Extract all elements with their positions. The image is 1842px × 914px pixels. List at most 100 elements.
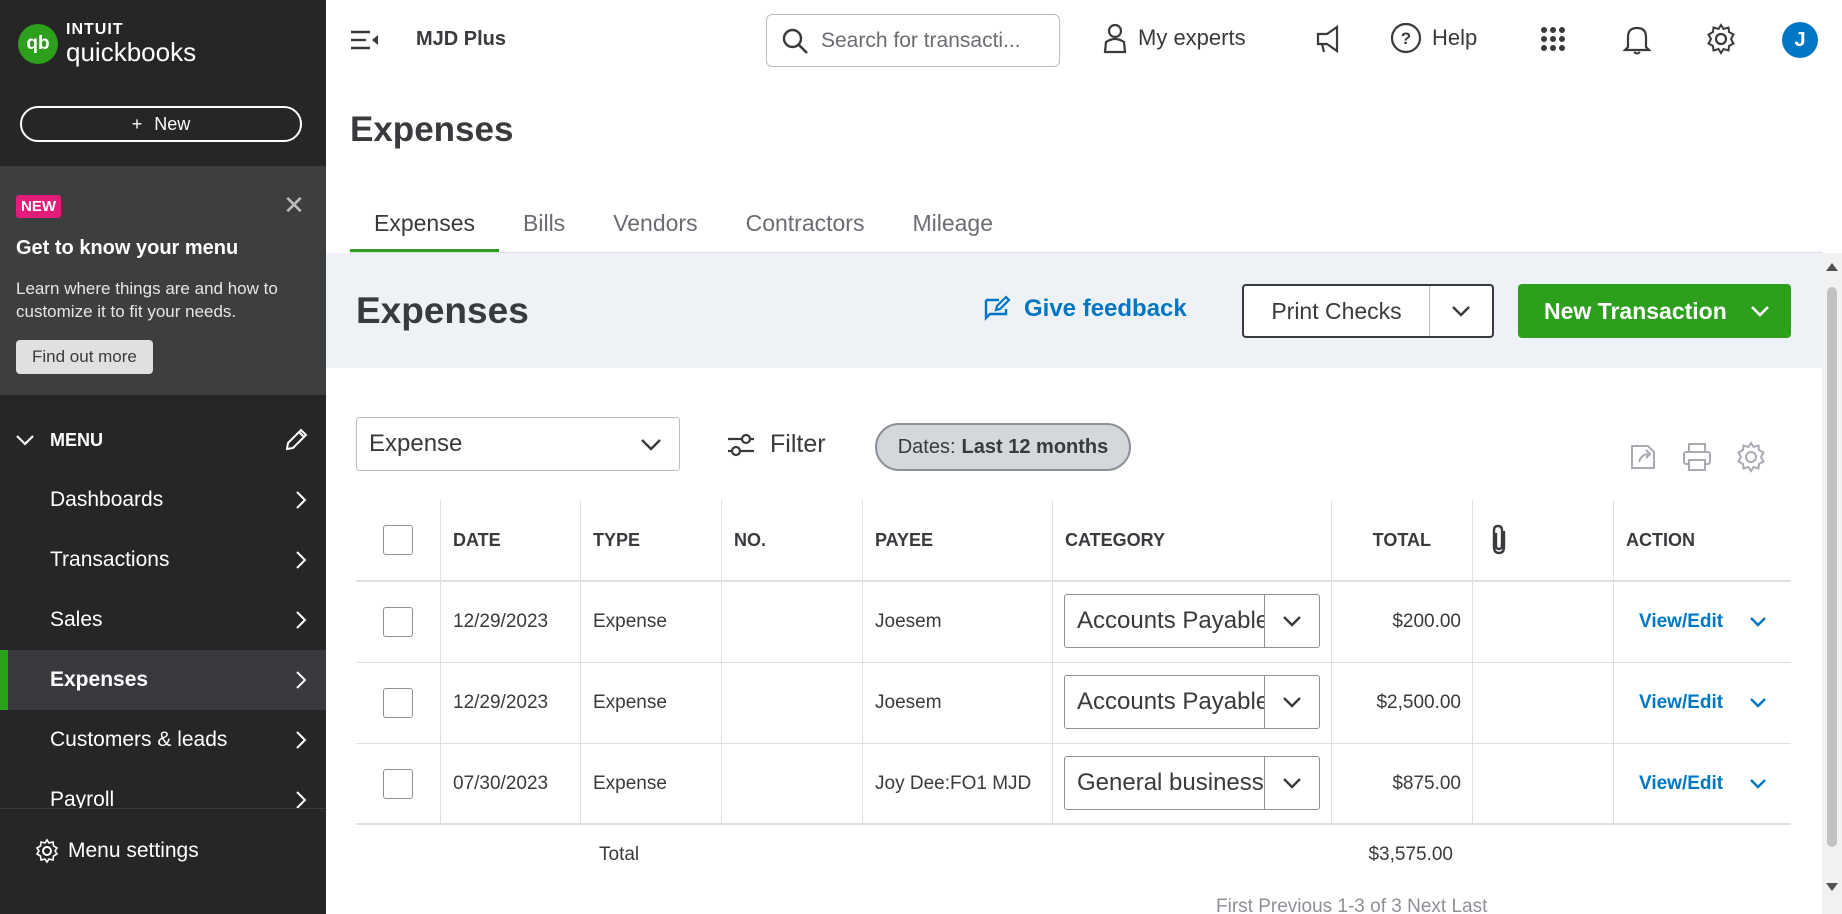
row-total: $2,500.00 [1376, 692, 1461, 713]
chevron-down-icon[interactable] [1748, 777, 1768, 791]
menu-settings-button[interactable]: Menu settings [34, 838, 199, 864]
promo-description: Learn where things are and how to custom… [16, 279, 278, 321]
sidebar-item-customers-leads[interactable]: Customers & leads [0, 710, 326, 770]
new-button[interactable]: + New [20, 106, 302, 142]
row-payee: Joesem [875, 611, 942, 632]
expense-type-select[interactable]: Expense [356, 417, 680, 471]
scroll-thumb[interactable] [1827, 287, 1837, 847]
menu-settings-label: Menu settings [68, 839, 199, 862]
export-icon[interactable] [1626, 440, 1660, 474]
print-checks-button[interactable]: Print Checks [1244, 286, 1430, 336]
megaphone-icon[interactable] [1312, 22, 1346, 56]
row-checkbox[interactable] [383, 688, 413, 718]
view-edit-link[interactable]: View/Edit [1639, 744, 1723, 823]
sidebar-item-label: Transactions [50, 548, 170, 571]
chevron-down-icon[interactable] [1748, 696, 1768, 710]
date-filter-prefix: Dates: [897, 435, 956, 458]
row-checkbox[interactable] [383, 607, 413, 637]
sidebar-item-transactions[interactable]: Transactions [0, 530, 326, 590]
date-filter-value: Last 12 months [961, 435, 1109, 458]
avatar[interactable]: J [1782, 22, 1818, 58]
row-date: 12/29/2023 [453, 692, 549, 713]
my-experts-button[interactable]: My experts [1102, 22, 1246, 54]
sidebar-item-dashboards[interactable]: Dashboards [0, 470, 326, 530]
give-feedback-link[interactable]: Give feedback [982, 294, 1187, 324]
new-button-label: New [154, 113, 191, 134]
quickbooks-logo[interactable]: qb INTUIT quickbooks [18, 22, 196, 65]
print-checks-dropdown[interactable] [1430, 286, 1492, 336]
company-name[interactable]: MJD Plus [416, 28, 506, 51]
search-box[interactable] [766, 14, 1060, 67]
column-header-date[interactable]: DATE [453, 500, 501, 580]
tab-mileage[interactable]: Mileage [888, 200, 1017, 254]
help-icon: ? [1390, 22, 1422, 54]
gear-icon[interactable] [1734, 440, 1768, 474]
pagination[interactable]: First Previous 1-3 of 3 Next Last [1216, 896, 1487, 914]
scroll-up-arrow[interactable] [1826, 263, 1838, 271]
new-transaction-button[interactable]: New Transaction [1518, 284, 1791, 338]
tab-expenses[interactable]: Expenses [350, 200, 500, 254]
row-checkbox[interactable] [383, 768, 413, 799]
bell-icon[interactable] [1620, 22, 1654, 56]
sidebar-item-sales[interactable]: Sales [0, 590, 326, 650]
chevron-right-icon [296, 611, 307, 629]
help-button[interactable]: ? Help [1390, 22, 1477, 54]
date-filter-pill[interactable]: Dates: Last 12 months [875, 423, 1131, 471]
promo-title: Get to know your menu [16, 237, 239, 259]
help-label: Help [1432, 25, 1478, 50]
quickbooks-app: qb INTUIT quickbooks + New NEW ✕ Get to … [0, 0, 1842, 914]
sidebar-item-label: Customers & leads [50, 728, 228, 751]
scrollbar[interactable] [1822, 253, 1842, 914]
table-total-row: Total $3,575.00 [356, 825, 1791, 885]
quickbooks-logo-icon: qb [18, 23, 58, 64]
category-select[interactable]: General business expenses [1064, 756, 1320, 810]
expense-type-value: Expense [369, 430, 463, 457]
expenses-table: DATE TYPE NO. PAYEE CATEGORY TOTAL ACTIO… [356, 500, 1791, 885]
menu-header[interactable]: MENU [0, 420, 326, 460]
filter-button[interactable]: Filter [726, 430, 826, 459]
category-select[interactable]: Accounts Payable (A/P) [1064, 675, 1320, 729]
gear-icon[interactable] [1704, 22, 1738, 56]
chevron-down-icon [1751, 306, 1769, 317]
total-label: Total [599, 844, 640, 865]
tab-vendors[interactable]: Vendors [589, 200, 721, 254]
view-edit-link[interactable]: View/Edit [1639, 663, 1723, 743]
print-icon[interactable] [1680, 440, 1714, 474]
tab-bills[interactable]: Bills [499, 200, 589, 254]
table-row: 12/29/2023 Expense Joesem Accounts Payab… [356, 663, 1791, 744]
column-header-category[interactable]: CATEGORY [1065, 500, 1165, 580]
total-value: $3,575.00 [1368, 844, 1453, 865]
chevron-down-icon [16, 435, 34, 446]
view-edit-link[interactable]: View/Edit [1639, 582, 1723, 662]
print-checks-split-button: Print Checks [1242, 284, 1494, 338]
sidebar-item-payroll[interactable]: Payroll [0, 770, 326, 808]
quickbooks-wordmark: quickbooks [66, 37, 197, 67]
pencil-icon[interactable] [282, 426, 310, 454]
row-payee: Joesem [875, 692, 942, 713]
column-header-type[interactable]: TYPE [593, 500, 640, 580]
collapse-menu-icon[interactable] [350, 28, 380, 52]
search-input[interactable] [821, 28, 1031, 53]
column-header-payee[interactable]: PAYEE [875, 500, 933, 580]
row-date: 12/29/2023 [453, 611, 549, 632]
column-header-total[interactable]: TOTAL [1331, 500, 1431, 580]
page-title: Expenses [350, 110, 514, 149]
menu-promo-card: NEW ✕ Get to know your menu Learn where … [0, 167, 326, 395]
scroll-down-arrow[interactable] [1826, 883, 1838, 891]
select-all-checkbox[interactable] [383, 525, 413, 555]
plus-icon: + [131, 113, 143, 134]
category-select[interactable]: Accounts Payable (A/P) [1064, 594, 1320, 648]
row-type: Expense [593, 772, 667, 794]
column-header-no[interactable]: NO. [734, 500, 766, 580]
chevron-down-icon [1452, 306, 1470, 317]
tab-contractors[interactable]: Contractors [722, 200, 889, 254]
close-icon[interactable]: ✕ [280, 191, 308, 219]
chevron-down-icon [1283, 697, 1301, 708]
chevron-down-icon[interactable] [1748, 615, 1768, 629]
sidebar-item-expenses[interactable]: Expenses [0, 650, 326, 710]
menu-label: MENU [50, 430, 103, 450]
sidebar-nav: Dashboards Transactions Sales Expenses C… [0, 470, 326, 808]
find-out-more-button[interactable]: Find out more [16, 340, 153, 374]
new-badge: NEW [16, 195, 61, 218]
apps-grid-icon[interactable] [1536, 22, 1570, 56]
